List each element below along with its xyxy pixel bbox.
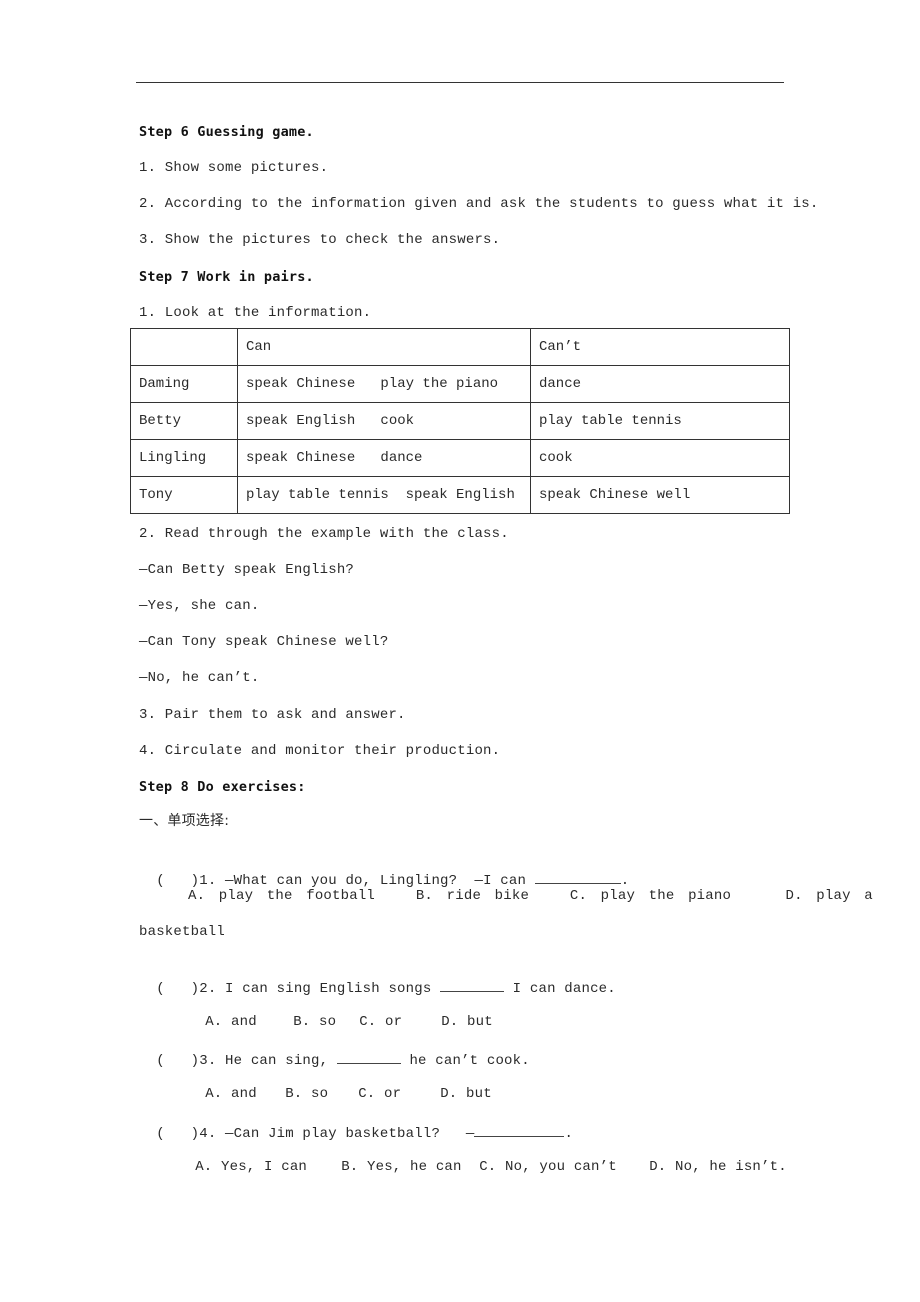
option-d: D. but <box>441 1014 493 1030</box>
table-cell-can: speak Chinese play the piano <box>237 365 531 403</box>
question-4-options: A. Yes, I can B. Yes, he can C. No, you ca… <box>178 1140 787 1176</box>
dialogue-line: —Yes, she can. <box>139 598 260 614</box>
header-rule <box>136 82 784 83</box>
step6-item-3: 3. Show the pictures to check the answer… <box>139 232 501 248</box>
table-cell-name: Tony <box>130 476 238 514</box>
section-title: 一、单项选择: <box>139 813 230 829</box>
answer-blank <box>440 977 505 992</box>
question-1: ( )1. —What can you do, Lingling? —I can… <box>139 851 629 890</box>
table-row: Betty speak English cook play table tenn… <box>130 402 790 440</box>
option-c: C. or <box>358 1086 402 1102</box>
question-1-options: A. play the football B. ride bike C. pla… <box>188 888 873 904</box>
step7-item-4: 4. Circulate and monitor their productio… <box>139 743 501 759</box>
table-cell-cant: play table tennis <box>530 402 790 440</box>
table-header-cell: Can’t <box>530 328 790 366</box>
question-4: ( )4. —Can Jim play basketball? —. <box>139 1104 573 1143</box>
table-header-cell: Can <box>237 328 531 366</box>
table-header-row: Can Can’t <box>130 328 790 366</box>
option-d: D. but <box>440 1086 492 1102</box>
option-d: D. No, he isn’t. <box>649 1159 787 1175</box>
table-cell-can: speak English cook <box>237 402 531 440</box>
table-cell-cant: speak Chinese well <box>530 476 790 514</box>
step7-heading: Step 7 Work in pairs. <box>139 269 314 285</box>
table-cell-name: Daming <box>130 365 238 403</box>
answer-blank <box>534 869 621 884</box>
step6-heading: Step 6 Guessing game. <box>139 124 314 140</box>
question-2-options: A. and B. so C. or D. but <box>188 995 493 1031</box>
option-b: B. so <box>285 1086 329 1102</box>
table-row: Tony play table tennis speak English spe… <box>130 476 790 514</box>
step7-item-2: 2. Read through the example with the cla… <box>139 526 509 542</box>
table-cell-name: Betty <box>130 402 238 440</box>
option-a: A. and <box>205 1086 257 1102</box>
ability-table: Can Can’t Daming speak Chinese play the … <box>130 328 790 514</box>
option-c: C. No, you can’t <box>479 1159 617 1175</box>
question-suffix: I can dance. <box>504 981 616 997</box>
step7-item-1: 1. Look at the information. <box>139 305 372 321</box>
dialogue-line: —No, he can’t. <box>139 670 260 686</box>
table-cell-cant: cook <box>530 439 790 477</box>
option-a: A. and <box>205 1014 257 1030</box>
table-header-cell <box>130 328 238 366</box>
option-a: A. Yes, I can <box>195 1159 308 1175</box>
step6-item-1: 1. Show some pictures. <box>139 160 329 176</box>
table-row: Lingling speak Chinese dance cook <box>130 439 790 477</box>
option-b: B. so <box>293 1014 337 1030</box>
step8-heading: Step 8 Do exercises: <box>139 779 306 795</box>
table-cell-cant: dance <box>530 365 790 403</box>
dialogue-line: —Can Betty speak English? <box>139 562 355 578</box>
dialogue-line: —Can Tony speak Chinese well? <box>139 634 389 650</box>
step6-item-2: 2. According to the information given an… <box>139 196 819 212</box>
answer-blank <box>474 1122 565 1137</box>
table-cell-name: Lingling <box>130 439 238 477</box>
table-row: Daming speak Chinese play the piano danc… <box>130 365 790 403</box>
step7-item-3: 3. Pair them to ask and answer. <box>139 707 406 723</box>
table-cell-can: speak Chinese dance <box>237 439 531 477</box>
option-c: C. or <box>359 1014 403 1030</box>
question-2: ( )2. I can sing English songs I can dan… <box>139 959 616 998</box>
table-cell-can: play table tennis speak English <box>237 476 531 514</box>
option-b: B. Yes, he can <box>341 1159 462 1175</box>
answer-blank <box>336 1049 401 1064</box>
question-3-options: A. and B. so C. or D. but <box>188 1067 492 1103</box>
question-3: ( )3. He can sing, he can’t cook. <box>139 1031 530 1070</box>
question-1-options-cont: basketball <box>139 924 226 940</box>
